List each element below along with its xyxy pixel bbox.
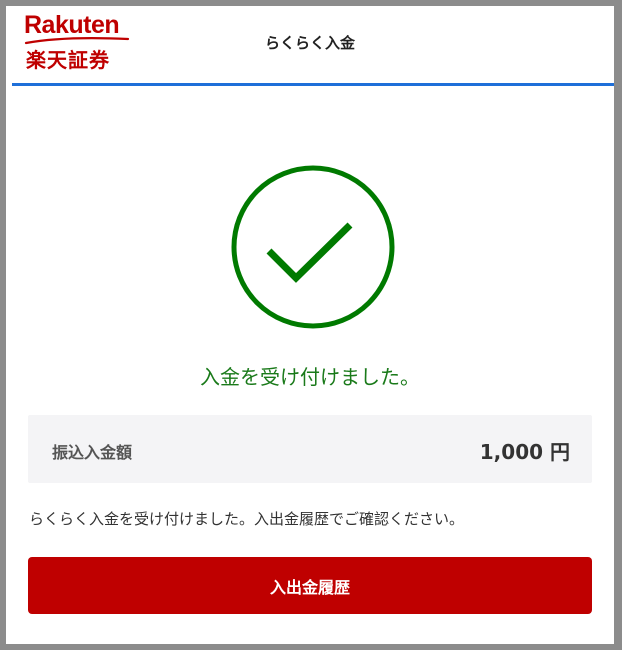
transfer-amount-value: 1,000 円 <box>479 440 570 464</box>
transfer-amount-panel: 振込入金額 1,000 円 <box>28 415 592 483</box>
transaction-history-button[interactable]: 入出金履歴 <box>28 557 592 614</box>
page-title: らくらく入金 <box>264 34 355 52</box>
success-message: 入金を受け付けました。 <box>200 365 420 389</box>
header: Rakuten 楽天証券 らくらく入金 <box>6 6 614 84</box>
transfer-amount-label: 振込入金額 <box>52 443 133 462</box>
checkmark-circle-icon <box>229 163 397 331</box>
confirmation-info-text: らくらく入金を受け付けました。入出金履歴でご確認ください。 <box>29 510 465 528</box>
page-frame: Rakuten 楽天証券 らくらく入金 入金を受け付けました。 振込入金額 1,… <box>6 6 614 644</box>
header-divider <box>12 83 614 86</box>
